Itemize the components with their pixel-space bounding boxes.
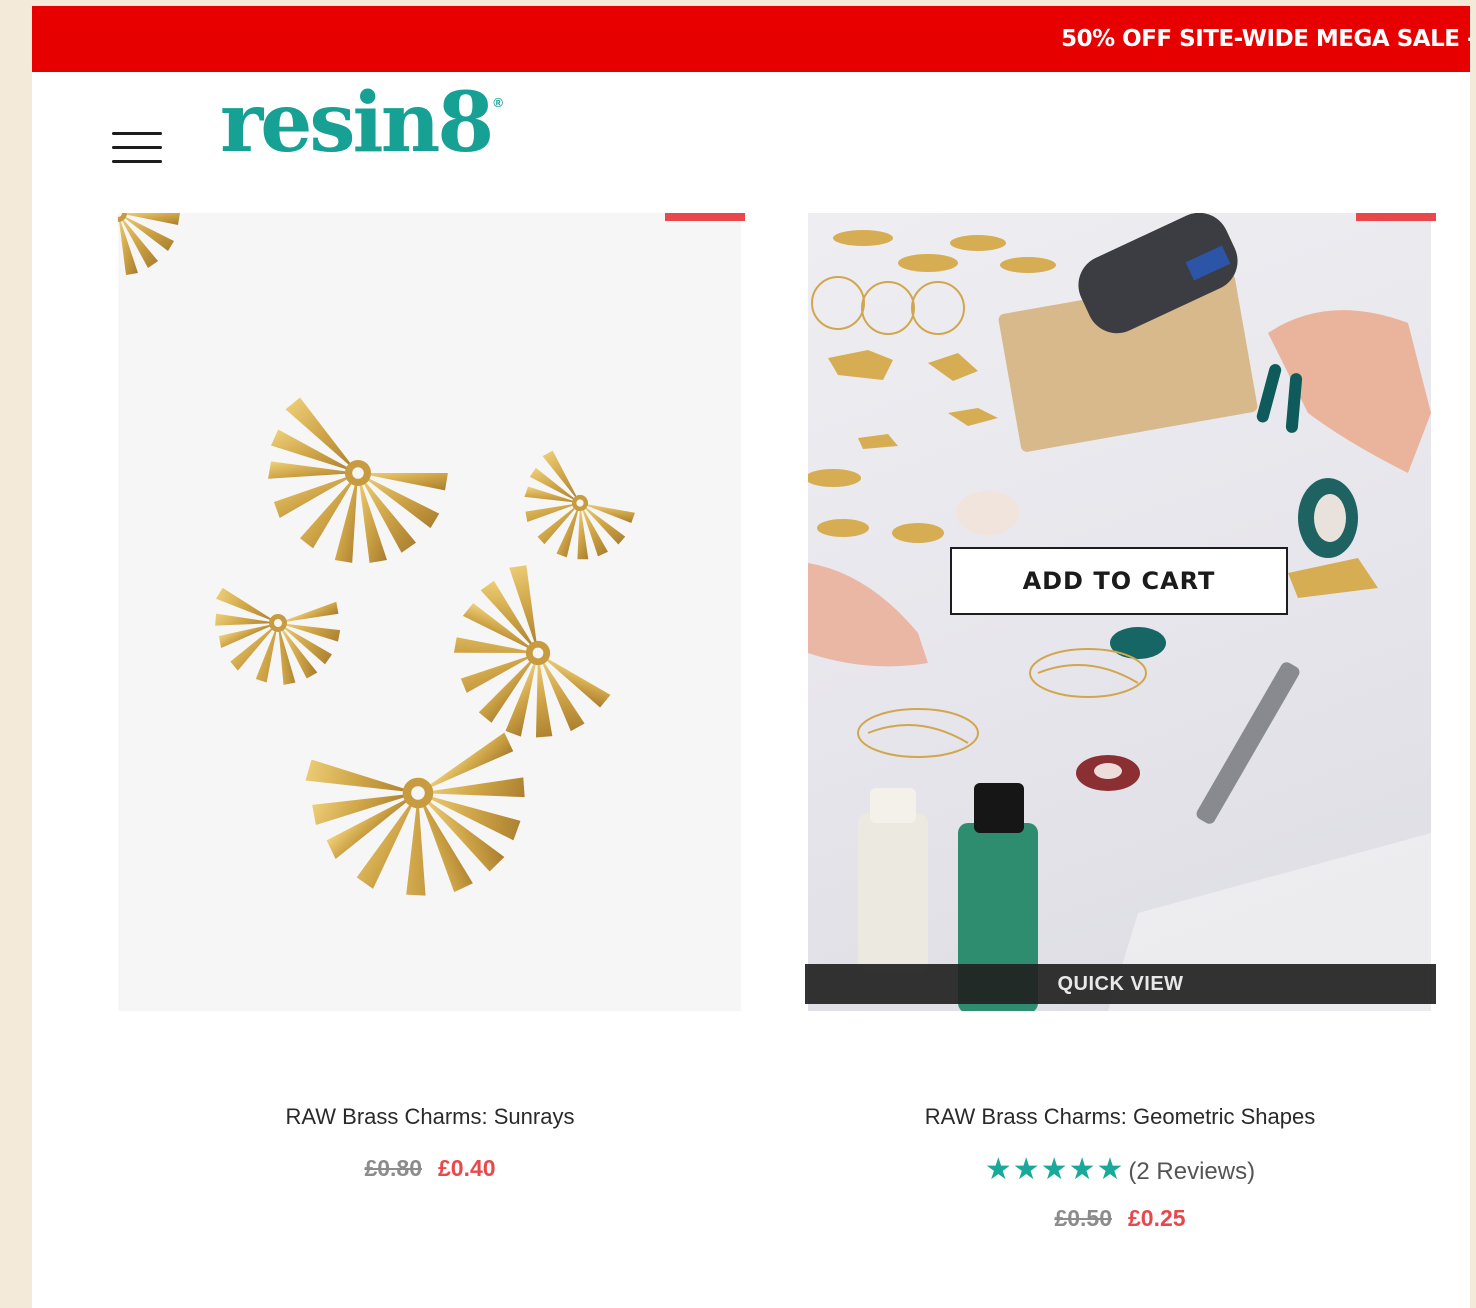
sale-price: £0.40 [438, 1155, 496, 1181]
logo-text: resin8 [220, 75, 494, 171]
promo-banner[interactable]: 50% OFF SITE-WIDE MEGA SALE - [32, 6, 1470, 72]
logo[interactable]: resin8 ® [220, 82, 503, 164]
product-price: £0.80 £0.40 [80, 1155, 780, 1182]
page: 50% OFF SITE-WIDE MEGA SALE - resin8 ® A… [32, 6, 1470, 1308]
hamburger-menu-icon[interactable] [112, 130, 162, 166]
product-title[interactable]: RAW Brass Charms: Sunrays [80, 1104, 780, 1130]
sale-flag [665, 213, 745, 221]
sale-flag [1356, 213, 1436, 221]
add-to-cart-button[interactable]: ADD TO CART [950, 547, 1288, 615]
quick-view-button[interactable]: QUICK VIEW [805, 964, 1436, 1004]
rating[interactable]: ★★★★★ (2 Reviews) [770, 1152, 1470, 1187]
star-rating-icons: ★★★★★ [984, 1153, 1125, 1186]
promo-text: 50% OFF SITE-WIDE MEGA SALE - [1061, 26, 1470, 52]
old-price: £0.50 [1054, 1205, 1112, 1231]
reviews-count: (2 Reviews) [1128, 1158, 1256, 1185]
old-price: £0.80 [364, 1155, 422, 1181]
sale-price: £0.25 [1128, 1205, 1186, 1231]
sunray-charms-illustration [118, 213, 646, 940]
product-title[interactable]: RAW Brass Charms: Geometric Shapes [770, 1104, 1470, 1130]
product-price: £0.50 £0.25 [770, 1205, 1470, 1232]
product-image-sunrays[interactable] [118, 213, 741, 1011]
registered-mark: ® [493, 95, 502, 110]
